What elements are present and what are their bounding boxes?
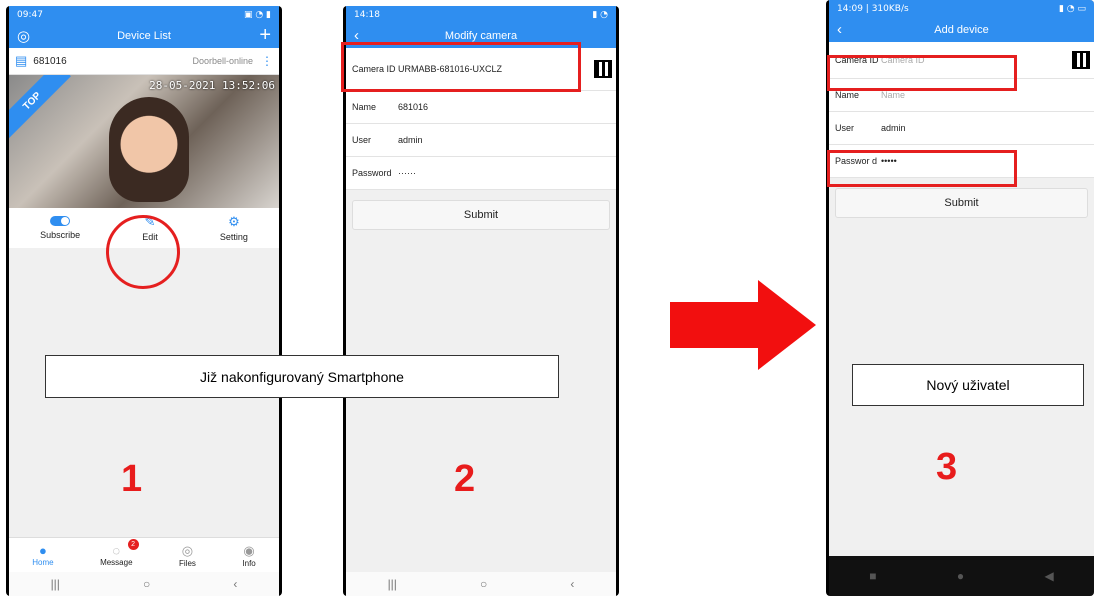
- home-nav-icon[interactable]: ○: [143, 577, 150, 591]
- step-number-1: 1: [121, 458, 143, 500]
- configured-callout: Již nakonfigurovaný Smartphone: [45, 355, 559, 398]
- message-badge: 2: [127, 539, 139, 550]
- preview-timestamp: 28-05-2021 13:52:06: [149, 79, 275, 92]
- home-icon: ●: [38, 543, 47, 558]
- person-face-image: [109, 97, 189, 202]
- status-bar: 14:18 ▮ ◔: [346, 6, 616, 24]
- device-name: 681016: [33, 55, 67, 67]
- tab-files[interactable]: ◎ Files: [179, 543, 196, 568]
- user-field[interactable]: admin: [881, 123, 906, 133]
- gear-icon: ⚙: [228, 214, 240, 229]
- system-nav-bar: ||| ○ ‹: [9, 572, 279, 596]
- back-nav-icon[interactable]: ‹: [233, 577, 237, 591]
- name-label: Name: [352, 102, 377, 112]
- subscribe-label: Subscribe: [40, 230, 81, 240]
- toggle-icon[interactable]: [50, 216, 71, 226]
- user-row: User admin: [346, 124, 616, 157]
- qr-code-icon[interactable]: [1072, 51, 1090, 69]
- device-icon: ▤: [15, 53, 28, 68]
- tab-files-label: Files: [179, 558, 196, 568]
- arrow-right-icon: [670, 280, 816, 370]
- tab-home-label: Home: [32, 558, 54, 567]
- app-bar: ◎ Device List +: [9, 24, 279, 48]
- password-field[interactable]: ······: [398, 168, 416, 178]
- back-icon[interactable]: ‹: [837, 21, 842, 38]
- device-row[interactable]: ▤ 681016 Doorbell-online ⋮: [9, 48, 279, 75]
- recents-icon[interactable]: |||: [388, 577, 397, 591]
- user-label: User: [352, 135, 372, 145]
- status-time: 14:18: [354, 10, 380, 20]
- more-icon[interactable]: ⋮: [261, 54, 273, 68]
- phone-2: 14:18 ▮ ◔ ‹ Modify camera Camera ID URMA…: [343, 6, 619, 596]
- password-highlight-3: [827, 150, 1017, 187]
- user-label: User: [835, 123, 855, 133]
- password-row: Password ······: [346, 157, 616, 190]
- status-icons: ▮ ◔ ▭: [1058, 4, 1086, 14]
- app-bar: ‹ Add device: [829, 18, 1094, 42]
- password-label: Password: [352, 168, 392, 178]
- status-bar: 09:47 ▣ ◔ ▮: [9, 6, 279, 24]
- camera-preview[interactable]: TOP 28-05-2021 13:52:06: [9, 75, 279, 208]
- submit-button[interactable]: Submit: [352, 200, 610, 230]
- system-nav-bar: ||| ○ ‹: [346, 572, 616, 596]
- subscribe-button[interactable]: Subscribe: [40, 216, 80, 240]
- top-badge-label: TOP: [20, 89, 44, 113]
- qr-code-icon[interactable]: [594, 60, 612, 78]
- add-icon[interactable]: +: [259, 24, 271, 47]
- phone-1-header: 09:47 ▣ ◔ ▮ ◎ Device List +: [9, 6, 279, 48]
- back-circle-icon[interactable]: ◎: [17, 27, 30, 45]
- tab-info[interactable]: ◉ Info: [242, 543, 255, 568]
- new-user-callout: Nový uživatel: [852, 364, 1084, 406]
- page-title: Device List: [117, 30, 171, 42]
- bottom-tab-bar: ● Home ◌ 2 Message ◎ Files ◉ Info: [9, 537, 279, 572]
- setting-label: Setting: [219, 232, 248, 242]
- status-time: 09:47: [17, 10, 43, 20]
- home-nav-icon[interactable]: ●: [957, 569, 964, 583]
- page-title: Add device: [934, 24, 989, 36]
- phone-2-screen: 14:18 ▮ ◔ ‹ Modify camera Camera ID URMA…: [346, 6, 616, 596]
- user-row: User admin: [829, 112, 1094, 145]
- info-icon: ◉: [243, 542, 255, 558]
- device-status: Doorbell-online: [192, 56, 253, 66]
- name-field[interactable]: Name: [881, 90, 905, 100]
- back-nav-icon[interactable]: ◀: [1045, 569, 1054, 583]
- camera-id-highlight-3: [827, 55, 1017, 91]
- tab-message[interactable]: ◌ 2 Message: [100, 539, 139, 567]
- top-ribbon: TOP: [9, 75, 71, 140]
- page-title: Modify camera: [444, 30, 518, 42]
- tab-home[interactable]: ● Home: [32, 543, 53, 567]
- name-label: Name: [835, 90, 860, 100]
- status-icons: ▣ ◔ ▮: [243, 10, 271, 20]
- step-number-3: 3: [936, 446, 958, 488]
- setting-button[interactable]: ⚙ Setting: [220, 214, 248, 242]
- submit-button[interactable]: Submit: [835, 188, 1088, 218]
- name-field[interactable]: 681016: [398, 102, 428, 112]
- edit-highlight-circle: [106, 215, 180, 289]
- back-nav-icon[interactable]: ‹: [570, 577, 574, 591]
- phone-3-header: 14:09 | 310KB/s ▮ ◔ ▭ ‹ Add device: [829, 0, 1094, 42]
- recents-icon[interactable]: |||: [51, 577, 60, 591]
- tab-info-label: Info: [242, 558, 256, 568]
- status-time: 14:09 | 310KB/s: [837, 4, 909, 14]
- status-icons: ▮ ◔: [592, 10, 608, 20]
- message-icon: ◌: [112, 543, 121, 558]
- user-field[interactable]: admin: [398, 135, 423, 145]
- phone-1-screen: 09:47 ▣ ◔ ▮ ◎ Device List + ▤ 681016 Doo…: [9, 6, 279, 596]
- recents-icon[interactable]: ■: [869, 569, 876, 583]
- tab-message-label: Message: [100, 558, 133, 567]
- files-icon: ◎: [181, 542, 194, 558]
- status-bar: 14:09 | 310KB/s ▮ ◔ ▭: [829, 0, 1094, 18]
- system-nav-bar: ■ ● ◀: [829, 556, 1094, 596]
- name-row: Name 681016: [346, 91, 616, 124]
- camera-id-highlight: [341, 42, 581, 92]
- home-nav-icon[interactable]: ○: [480, 577, 487, 591]
- step-number-2: 2: [454, 458, 476, 500]
- phone-1: 09:47 ▣ ◔ ▮ ◎ Device List + ▤ 681016 Doo…: [6, 6, 282, 596]
